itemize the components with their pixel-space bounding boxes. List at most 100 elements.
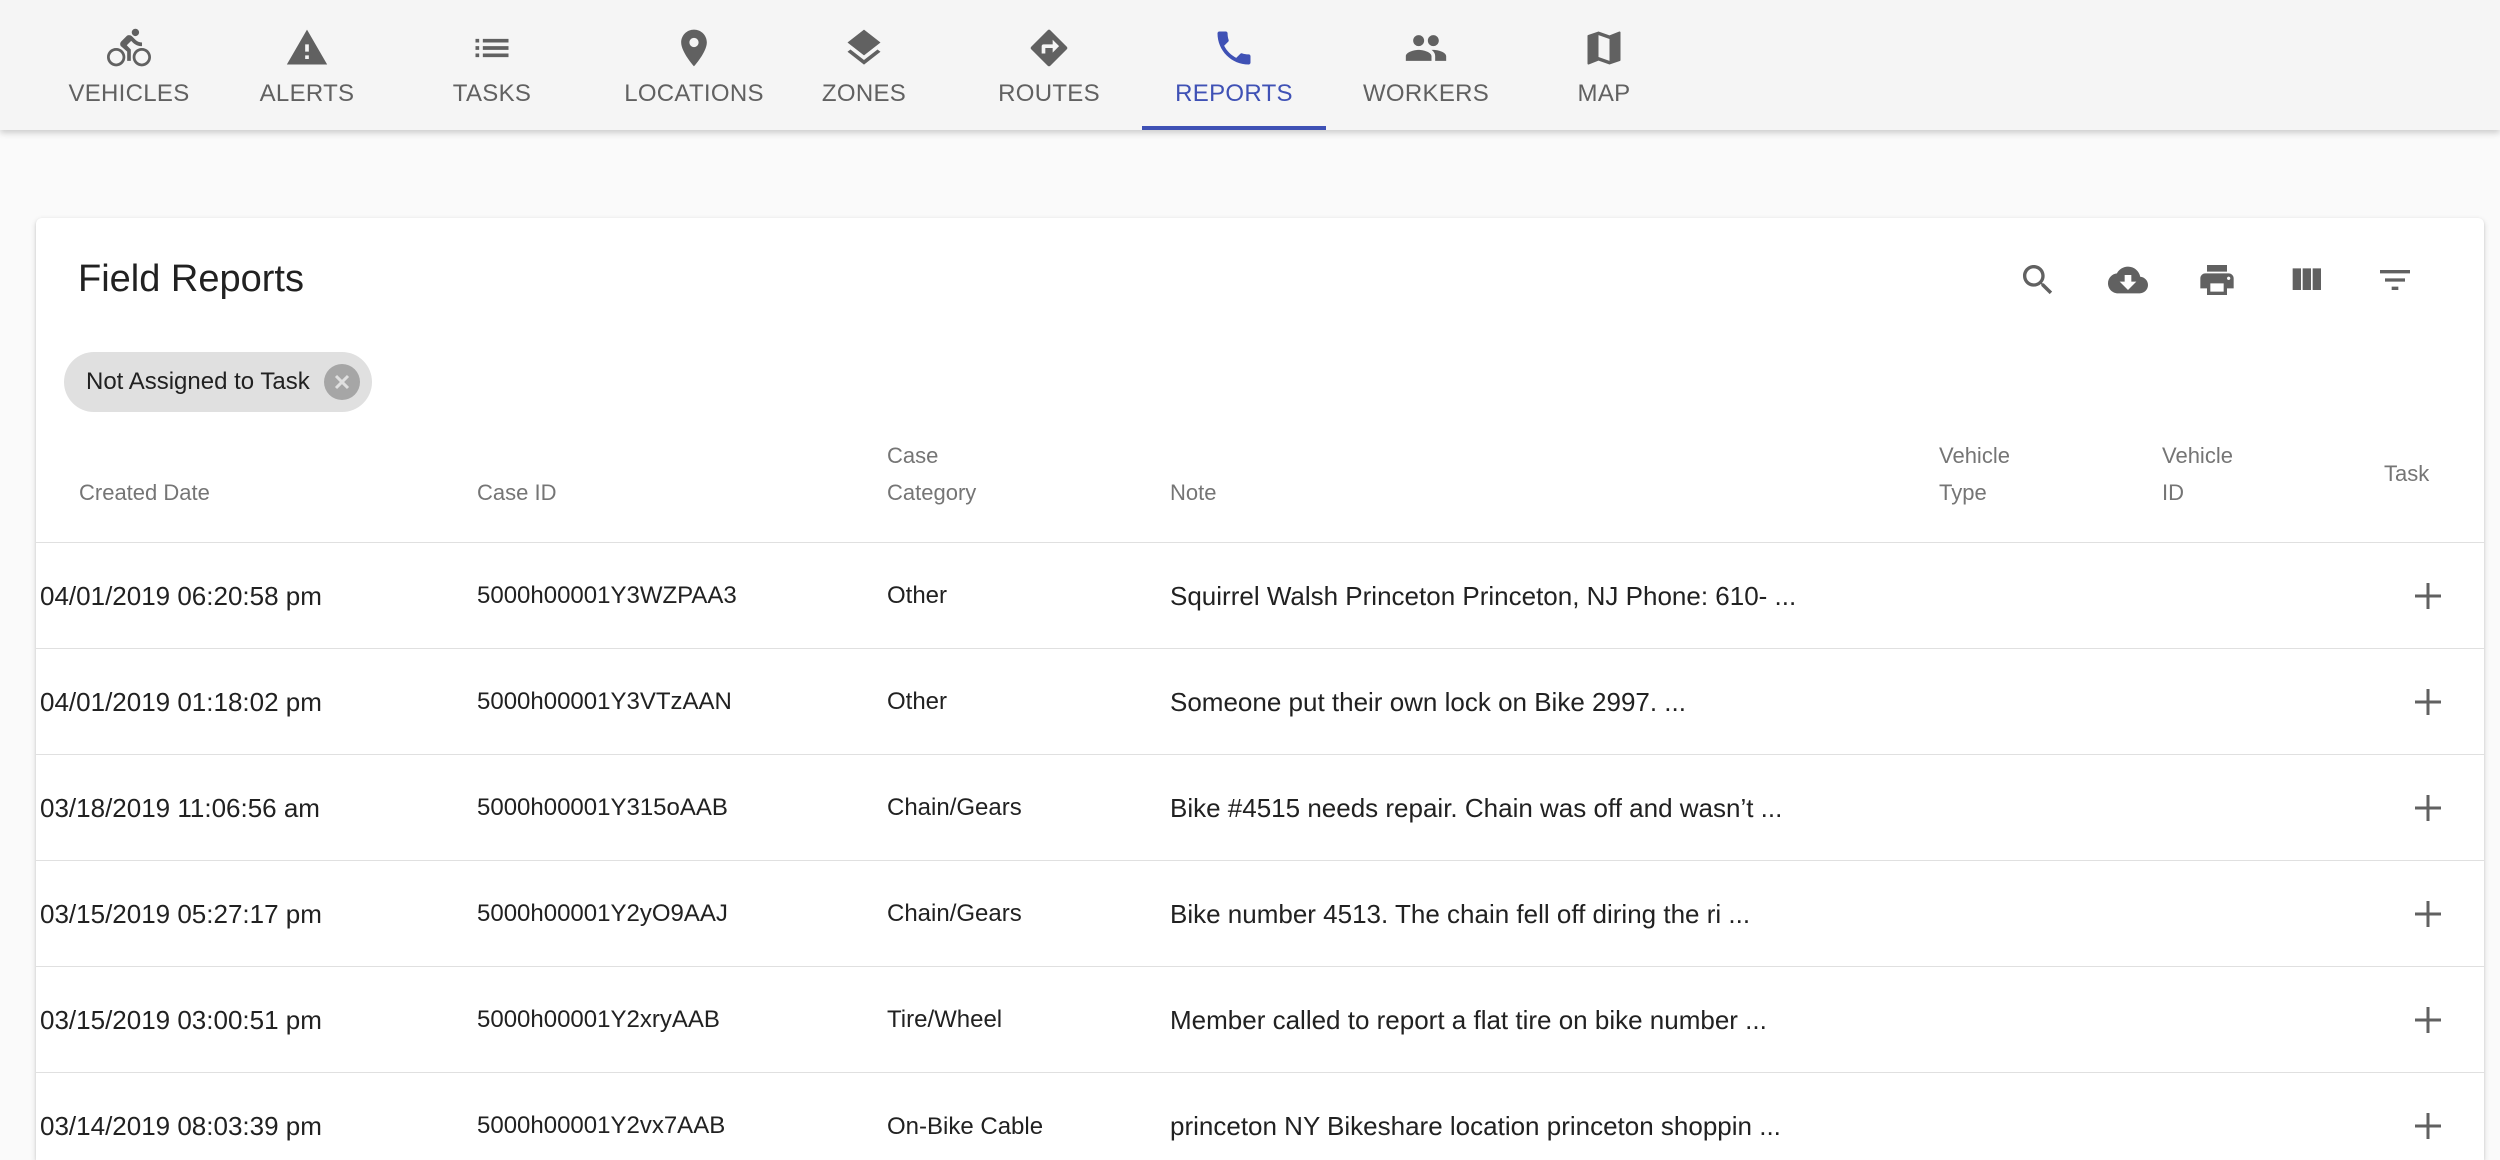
- column-header-note[interactable]: Note: [1170, 474, 1216, 511]
- card-title: Field Reports: [78, 258, 304, 300]
- column-header-line: Case: [887, 443, 939, 468]
- cell-note: Someone put their own lock on Bike 2997.…: [1170, 686, 1686, 717]
- cell-note: princeton NY Bikeshare location princeto…: [1170, 1110, 1781, 1141]
- columns-icon: [2292, 268, 2321, 290]
- cell-case-category: Tire/Wheel: [887, 1006, 1003, 1033]
- table-row[interactable]: 04/01/2019 06:20:58 pm 5000h00001Y3WZPAA…: [36, 542, 2484, 649]
- column-header-case-category[interactable]: Case Category: [887, 437, 976, 511]
- cell-case-id: 5000h00001Y2yO9AAJ: [477, 900, 728, 927]
- view-columns-button[interactable]: [2278, 252, 2334, 308]
- nav-tab-label: MAP: [1577, 80, 1631, 107]
- column-header-line: Type: [1939, 480, 1987, 505]
- download-icon: [2108, 266, 2148, 294]
- list-icon: [468, 24, 516, 72]
- column-header-line: ID: [2162, 480, 2184, 505]
- plus-icon: [2415, 689, 2441, 715]
- cell-case-id: 5000h00001Y2vx7AAB: [477, 1112, 726, 1139]
- filter-button[interactable]: [2367, 252, 2423, 308]
- cell-note: Bike number 4513. The chain fell off dir…: [1170, 898, 1751, 929]
- nav-tab-reports[interactable]: REPORTS: [1142, 0, 1326, 130]
- cell-note: Squirrel Walsh Princeton Princeton, NJ P…: [1170, 580, 1797, 611]
- active-tab-indicator: [1142, 126, 1326, 130]
- nav-tab-zones[interactable]: ZONES: [812, 0, 916, 130]
- search-button[interactable]: [2010, 252, 2066, 308]
- cell-case-id: 5000h00001Y2xryAAB: [477, 1006, 720, 1033]
- cell-case-category: Chain/Gears: [887, 900, 1022, 927]
- cell-case-category: Other: [887, 582, 948, 609]
- directions-icon: [1025, 24, 1073, 72]
- filter-icon: [2380, 270, 2410, 290]
- cell-created-date: 03/15/2019 03:00:51 pm: [40, 1004, 322, 1035]
- top-navigation: VEHICLES ALERTS TASKS LOCATIONS ZONES RO…: [0, 0, 2500, 130]
- table-row[interactable]: 03/14/2019 08:03:39 pm 5000h00001Y2vx7AA…: [36, 1072, 2484, 1160]
- filter-chip: Not Assigned to Task: [64, 352, 372, 412]
- nav-tab-label: ZONES: [821, 80, 907, 107]
- people-icon: [1402, 24, 1450, 72]
- column-header-task: Task: [2384, 461, 2430, 486]
- cell-case-category: On-Bike Cable: [887, 1112, 1044, 1140]
- column-header-vehicle-type[interactable]: Vehicle Type: [1939, 437, 2010, 511]
- add-task-button[interactable]: [2400, 1098, 2456, 1154]
- location-pin-icon: [670, 24, 718, 72]
- cell-case-id: 5000h00001Y3VTzAAN: [477, 688, 732, 715]
- table-row[interactable]: 03/18/2019 11:06:56 am 5000h00001Y315oAA…: [36, 754, 2484, 861]
- add-task-button[interactable]: [2400, 886, 2456, 942]
- map-icon: [1580, 24, 1628, 72]
- nav-tab-routes[interactable]: ROUTES: [988, 0, 1110, 130]
- cell-note: Member called to report a flat tire on b…: [1170, 1004, 1767, 1035]
- nav-tab-label: ROUTES: [998, 80, 1100, 107]
- nav-tab-alerts[interactable]: ALERTS: [248, 0, 366, 130]
- nav-tab-locations[interactable]: LOCATIONS: [614, 0, 774, 130]
- nav-tab-label: TASKS: [452, 80, 532, 107]
- cell-created-date: 04/01/2019 06:20:58 pm: [40, 580, 322, 611]
- close-icon: [334, 374, 349, 390]
- phone-icon: [1210, 24, 1258, 72]
- nav-tab-label: ALERTS: [259, 80, 355, 107]
- download-button[interactable]: [2100, 252, 2156, 308]
- nav-tab-label: REPORTS: [1175, 80, 1293, 107]
- cell-created-date: 04/01/2019 01:18:02 pm: [40, 686, 322, 717]
- cell-created-date: 03/15/2019 05:27:17 pm: [40, 898, 322, 929]
- plus-icon: [2415, 583, 2441, 609]
- nav-tab-tasks[interactable]: TASKS: [432, 0, 552, 130]
- cell-case-category: Other: [887, 688, 948, 715]
- add-task-button[interactable]: [2400, 568, 2456, 624]
- column-header-line: Vehicle: [2162, 443, 2233, 468]
- nav-tab-label: VEHICLES: [68, 80, 190, 107]
- cell-case-category: Chain/Gears: [887, 794, 1022, 821]
- nav-tab-label: WORKERS: [1362, 80, 1490, 107]
- print-icon: [2200, 265, 2234, 295]
- column-header-line: Category: [887, 480, 977, 505]
- table-row[interactable]: 03/15/2019 03:00:51 pm 5000h00001Y2xryAA…: [36, 966, 2484, 1073]
- nav-tab-map[interactable]: MAP: [1570, 0, 1638, 130]
- table-row[interactable]: 04/01/2019 01:18:02 pm 5000h00001Y3VTzAA…: [36, 648, 2484, 755]
- nav-tab-vehicles[interactable]: VEHICLES: [58, 0, 200, 130]
- column-header-vehicle-id[interactable]: Vehicle ID: [2162, 437, 2233, 511]
- cell-created-date: 03/18/2019 11:06:56 am: [40, 792, 320, 823]
- nav-tab-workers[interactable]: WORKERS: [1363, 0, 1489, 130]
- search-icon: [2023, 265, 2053, 295]
- cell-note: Bike #4515 needs repair. Chain was off a…: [1170, 792, 1783, 823]
- field-reports-card: Field Reports Not Assigned to Task Creat…: [36, 218, 2484, 1160]
- column-header-line: Vehicle: [1939, 443, 2010, 468]
- print-button[interactable]: [2189, 252, 2245, 308]
- add-task-button[interactable]: [2400, 780, 2456, 836]
- chip-remove-button[interactable]: [323, 364, 360, 400]
- add-task-button[interactable]: [2400, 674, 2456, 730]
- column-header-case-id[interactable]: Case ID: [477, 474, 556, 511]
- plus-icon: [2415, 901, 2441, 927]
- plus-icon: [2415, 1113, 2441, 1139]
- plus-icon: [2415, 1007, 2441, 1033]
- cell-case-id: 5000h00001Y3WZPAA3: [477, 582, 737, 609]
- warning-icon: [283, 24, 331, 72]
- filter-chip-label: Not Assigned to Task: [86, 368, 310, 395]
- bicycle-icon: [105, 24, 153, 72]
- cell-created-date: 03/14/2019 08:03:39 pm: [40, 1110, 322, 1141]
- cell-case-id: 5000h00001Y315oAAB: [477, 794, 728, 821]
- layers-icon: [840, 24, 888, 72]
- add-task-button[interactable]: [2400, 992, 2456, 1048]
- plus-icon: [2415, 795, 2441, 821]
- column-header-created-date[interactable]: Created Date: [79, 474, 210, 511]
- table-row[interactable]: 03/15/2019 05:27:17 pm 5000h00001Y2yO9AA…: [36, 860, 2484, 967]
- nav-tab-label: LOCATIONS: [624, 80, 764, 107]
